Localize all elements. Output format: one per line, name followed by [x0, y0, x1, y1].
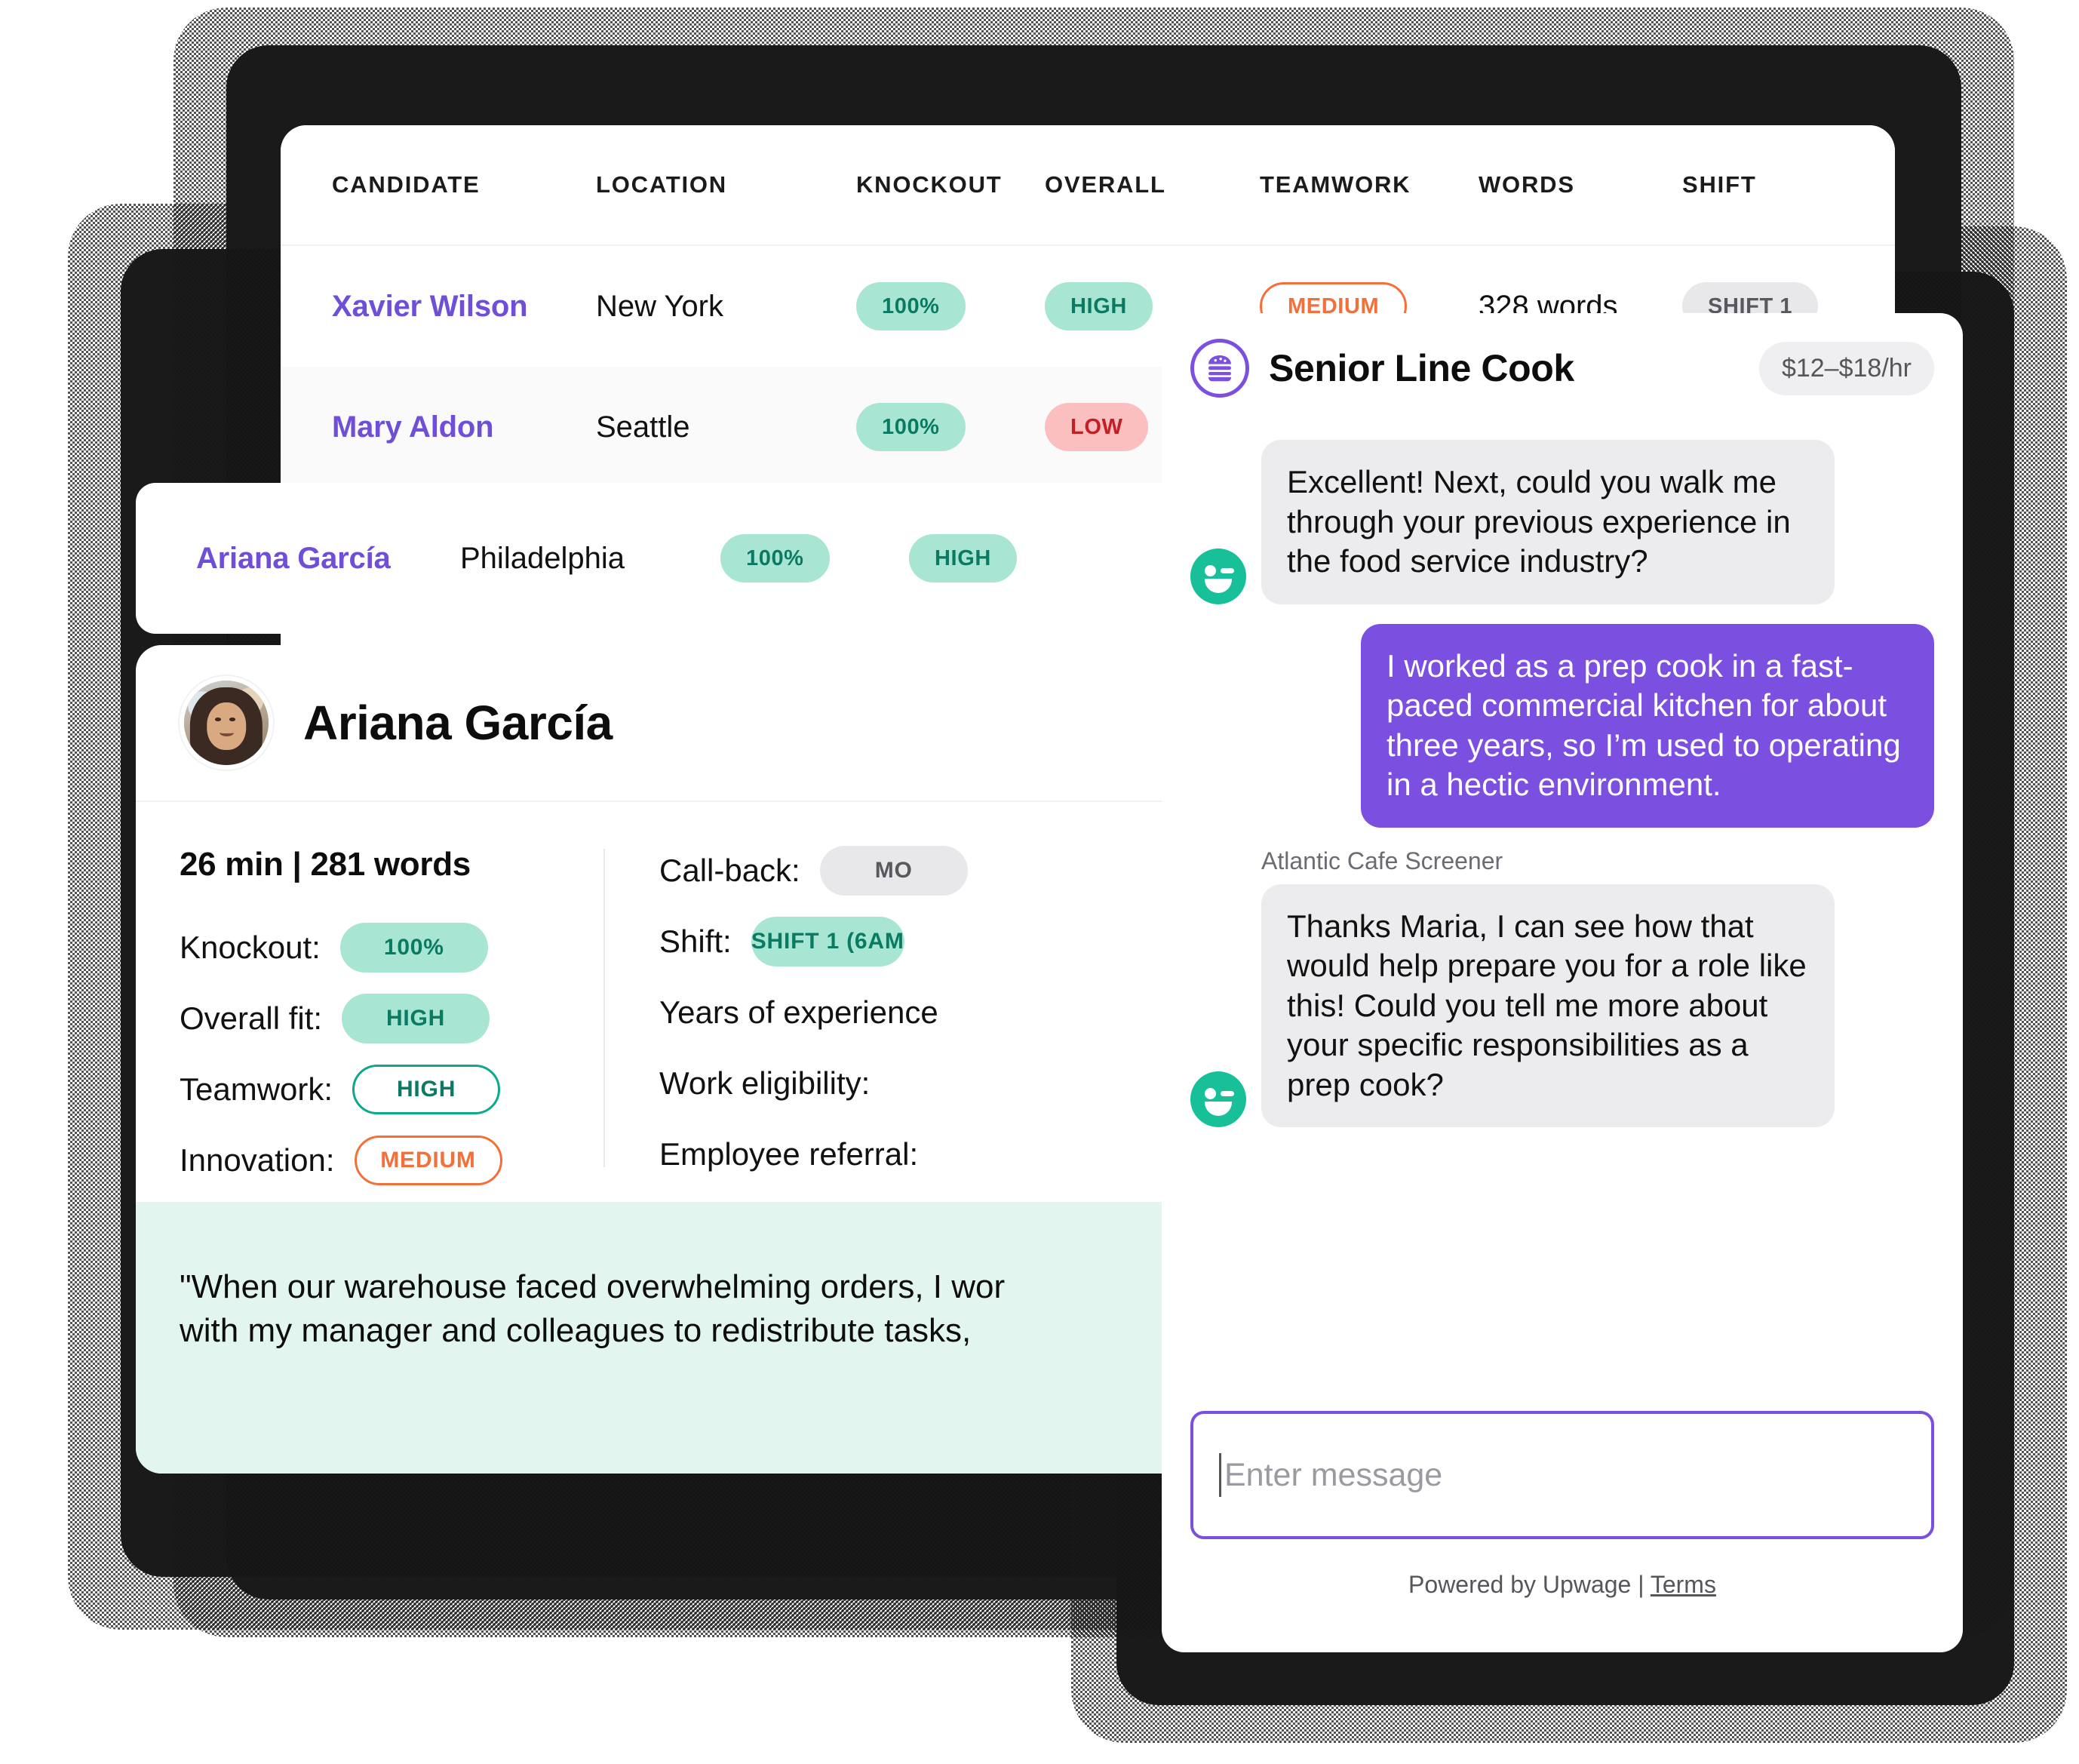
- candidate-name-link[interactable]: Xavier Wilson: [332, 290, 528, 323]
- field-label: Work eligibility:: [659, 1065, 871, 1101]
- candidate-name-link[interactable]: Ariana García: [196, 542, 391, 575]
- powered-by-text: Powered by Upwage |: [1408, 1571, 1651, 1598]
- call-back-badge: MO: [819, 846, 968, 896]
- column-header-knockout: KNOCKOUT: [856, 171, 1003, 198]
- table-header-row: CANDIDATE LOCATION KNOCKOUT OVERALL TEAM…: [281, 125, 1895, 246]
- chat-message-list[interactable]: Excellent! Next, could you walk me throu…: [1162, 423, 1963, 1411]
- detail-right-column: Call-back: MO Shift: SHIFT 1 (6AM Years …: [605, 846, 1233, 1202]
- candidate-name-link[interactable]: Mary Aldon: [332, 410, 494, 444]
- shift-badge: SHIFT 1 (6AM: [751, 917, 904, 967]
- chat-widget-card: Senior Line Cook $12–$18/hr Excellent! N…: [1162, 313, 1963, 1652]
- message-input[interactable]: Enter message: [1190, 1411, 1934, 1539]
- detail-left-column: 26 min | 281 words Knockout: 100% Overal…: [136, 846, 603, 1202]
- field-overall-fit: Overall fit: HIGH: [180, 994, 603, 1043]
- field-years-of-experience: Years of experience: [659, 988, 1233, 1037]
- text-caret: [1219, 1453, 1221, 1497]
- quote-highlight-band: "When our warehouse faced overwhelming o…: [136, 1202, 1233, 1474]
- job-title: Senior Line Cook: [1269, 347, 1574, 389]
- quote-line-1: "When our warehouse faced overwhelming o…: [180, 1268, 1006, 1305]
- chat-footer: Enter message Powered by Upwage | Terms: [1162, 1411, 1963, 1652]
- field-label: Employee referral:: [659, 1136, 919, 1172]
- column-header-overall: OVERALL: [1045, 171, 1166, 198]
- candidate-location: Philadelphia: [460, 541, 625, 575]
- field-teamwork: Teamwork: HIGH: [180, 1065, 603, 1114]
- screener-avatar-icon: [1190, 548, 1246, 604]
- field-call-back: Call-back: MO: [659, 846, 1233, 896]
- column-header-candidate: CANDIDATE: [332, 171, 481, 198]
- wage-range-badge: $12–$18/hr: [1758, 341, 1934, 395]
- selected-candidate-row-card[interactable]: Ariana García Philadelphia 100% HIGH: [136, 483, 1252, 634]
- message-bubble: I worked as a prep cook in a fast-paced …: [1361, 623, 1934, 828]
- innovation-badge: MEDIUM: [354, 1136, 502, 1185]
- overall-badge: HIGH: [909, 534, 1017, 582]
- powered-by-footer: Powered by Upwage | Terms: [1190, 1571, 1934, 1599]
- field-employee-referral: Employee referral:: [659, 1129, 1233, 1179]
- table-row-selected[interactable]: Ariana García Philadelphia 100% HIGH: [136, 483, 1252, 634]
- knockout-badge: 100%: [720, 534, 830, 582]
- terms-link[interactable]: Terms: [1651, 1571, 1716, 1598]
- detail-header: Ariana García: [136, 645, 1233, 802]
- burger-icon: [1190, 339, 1249, 398]
- field-work-eligibility: Work eligibility:: [659, 1059, 1233, 1108]
- message-bubble: Thanks Maria, I can see how that would h…: [1261, 884, 1835, 1127]
- overall-badge: LOW: [1045, 403, 1149, 451]
- screener-avatar-icon: [1190, 1071, 1246, 1127]
- avatar: [180, 676, 273, 770]
- column-header-words: WORDS: [1479, 171, 1575, 198]
- field-label: Teamwork:: [180, 1071, 333, 1107]
- knockout-badge: 100%: [856, 282, 966, 330]
- column-header-teamwork: TEAMWORK: [1260, 171, 1411, 198]
- message-input-placeholder: Enter message: [1224, 1456, 1443, 1493]
- chat-message-bot: Excellent! Next, could you walk me throu…: [1190, 440, 1934, 604]
- field-knockout: Knockout: 100%: [180, 923, 603, 973]
- field-label: Innovation:: [180, 1142, 335, 1178]
- knockout-badge: 100%: [339, 923, 488, 973]
- field-innovation: Innovation: MEDIUM: [180, 1136, 603, 1185]
- overall-fit-badge: HIGH: [342, 994, 490, 1043]
- page-title: Ariana García: [303, 696, 613, 750]
- candidate-detail-card: Ariana García 26 min | 281 words Knockou…: [136, 645, 1233, 1474]
- sender-name: Atlantic Cafe Screener: [1261, 847, 1503, 874]
- column-header-location: LOCATION: [596, 171, 727, 198]
- screenshot-root: CANDIDATE LOCATION KNOCKOUT OVERALL TEAM…: [0, 0, 2079, 1764]
- chat-message-user: I worked as a prep cook in a fast-paced …: [1190, 623, 1934, 828]
- field-label: Overall fit:: [180, 1000, 323, 1036]
- candidate-location: New York: [596, 289, 723, 323]
- detail-body: 26 min | 281 words Knockout: 100% Overal…: [136, 802, 1233, 1202]
- chat-message-bot: Thanks Maria, I can see how that would h…: [1190, 884, 1934, 1127]
- teamwork-badge: HIGH: [352, 1065, 501, 1114]
- overall-badge: HIGH: [1045, 282, 1153, 330]
- message-bubble: Excellent! Next, could you walk me throu…: [1261, 440, 1835, 604]
- interview-summary: 26 min | 281 words: [180, 846, 471, 883]
- field-label: Knockout:: [180, 930, 321, 965]
- knockout-badge: 100%: [856, 403, 966, 451]
- field-label: Shift:: [659, 923, 732, 959]
- column-header-shift: SHIFT: [1682, 171, 1757, 198]
- field-label: Call-back:: [659, 853, 800, 888]
- quote-line-2: with my manager and colleagues to redist…: [180, 1312, 972, 1350]
- field-shift: Shift: SHIFT 1 (6AM: [659, 917, 1233, 967]
- field-label: Years of experience: [659, 994, 938, 1030]
- candidate-location: Seattle: [596, 410, 690, 444]
- chat-header: Senior Line Cook $12–$18/hr: [1162, 313, 1963, 423]
